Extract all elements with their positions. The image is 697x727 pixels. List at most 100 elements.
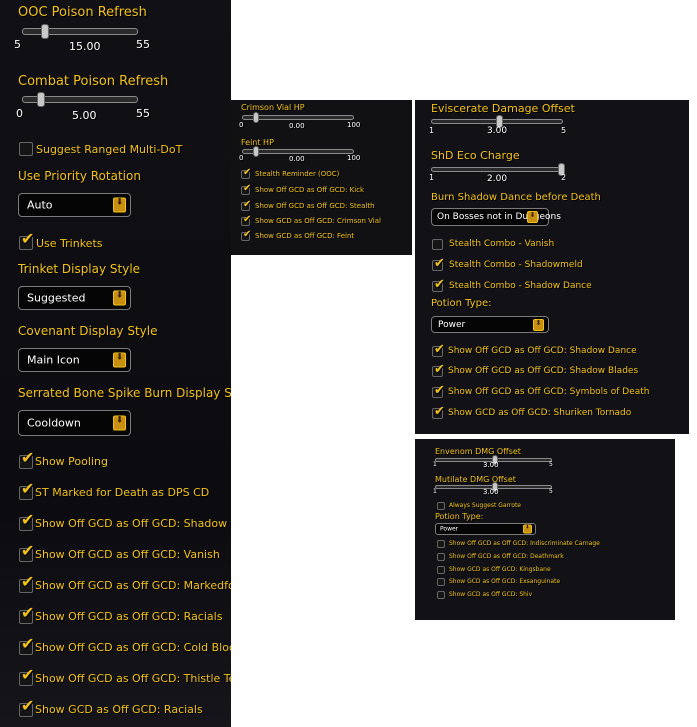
sub-offgcd-symbols-of-death-checkbox[interactable]: ✔	[432, 383, 445, 398]
potion-type-label: Potion Type:	[431, 298, 492, 309]
sub-offgcd-shadow-dance-label: Show Off GCD as Off GCD: Shadow Dance	[448, 346, 637, 356]
offgcd-vanish-label: Show Off GCD as Off GCD: Vanish	[35, 548, 220, 561]
offgcd-marked-for-death-label: Show Off GCD as Off GCD: Markedfor Death	[35, 579, 231, 592]
priority-rotation-selected: Auto	[27, 198, 53, 212]
show-pooling-checkbox[interactable]: ✔	[19, 450, 34, 469]
ooc-poison-slider[interactable]	[22, 24, 138, 39]
assn-gcd-kingsbane-checkbox[interactable]	[437, 566, 445, 574]
combat-poison-slider-thumb[interactable]	[37, 92, 45, 107]
assn-gcd-shiv-checkbox[interactable]	[437, 591, 445, 599]
covenant-display-label: Covenant Display Style	[18, 324, 158, 338]
st-marked-label: ST Marked for Death as DPS CD	[35, 486, 210, 499]
check-icon: ✔	[434, 277, 445, 292]
offgcd-stealth-checkbox[interactable]: ✔	[241, 200, 251, 211]
combat-poison-min: 0	[16, 107, 23, 120]
eviscerate-min: 1	[429, 126, 435, 135]
assn-offgcd-deathmark-label: Show Off GCD as Off GCD: Deathmark	[449, 553, 564, 560]
always-suggest-garrote-label: Always Suggest Garrote	[449, 502, 521, 509]
assn-offgcd-indiscriminate-carnage-label: Show Off GCD as Off GCD: Indiscriminate …	[449, 540, 600, 547]
chevron-down-icon[interactable]: ⬇	[533, 318, 544, 331]
chevron-down-icon[interactable]: ⬇	[113, 197, 126, 213]
suggest-ranged-checkbox[interactable]	[19, 142, 33, 156]
ooc-poison-slider-thumb[interactable]	[41, 24, 49, 39]
chevron-down-icon[interactable]: ⬇	[113, 352, 126, 368]
serrated-display-dropdown[interactable]: Cooldown ⬇	[18, 410, 131, 436]
envenom-label: Envenom DMG Offset	[435, 447, 521, 456]
sub-offgcd-shadow-dance-checkbox[interactable]: ✔	[432, 342, 445, 357]
covenant-display-dropdown[interactable]: Main Icon ⬇	[18, 348, 131, 372]
check-icon: ✔	[434, 342, 445, 357]
eviscerate-value: 3.00	[487, 126, 508, 136]
show-pooling-label: Show Pooling	[35, 455, 108, 468]
offgcd-racials-checkbox[interactable]: ✔	[19, 605, 34, 624]
mutilate-label: Mutilate DMG Offset	[435, 475, 516, 484]
ooc-poison-min: 5	[14, 38, 21, 51]
sub-gcd-shuriken-tornado-label: Show GCD as Off GCD: Shuriken Tornado	[448, 408, 632, 418]
shd-eco-label: ShD Eco Charge	[431, 149, 520, 162]
envenom-max: 5	[549, 461, 553, 468]
crimson-vial-value: 0.00	[289, 122, 305, 130]
offgcd-cold-blood-checkbox[interactable]: ✔	[19, 636, 34, 655]
feint-slider-thumb[interactable]	[253, 146, 259, 157]
assn-gcd-shiv-label: Show GCD as Off GCD: Shiv	[449, 591, 533, 598]
offgcd-shadow-dance-label: Show Off GCD as Off GCD: Shadow Dance	[35, 517, 231, 530]
offgcd-thistle-tea-checkbox[interactable]: ✔	[19, 667, 34, 686]
offgcd-kick-checkbox[interactable]: ✔	[241, 184, 251, 195]
mutilate-min: 1	[433, 488, 437, 495]
chevron-down-icon[interactable]: ⬇	[113, 290, 126, 306]
feint-slider[interactable]	[242, 146, 354, 157]
assn-gcd-kingsbane-label: Show GCD as Off GCD: Kingsbane	[449, 566, 551, 573]
stealth-combo-shadowmeld-label: Stealth Combo - Shadowmeld	[449, 260, 583, 270]
assn-gcd-exsanguinate-checkbox[interactable]	[437, 578, 445, 586]
envenom-min: 1	[433, 461, 437, 468]
stealth-reminder-checkbox[interactable]: ✔	[241, 168, 251, 179]
priority-rotation-dropdown[interactable]: Auto ⬇	[18, 193, 131, 217]
mutilate-max: 5	[549, 488, 553, 495]
check-icon: ✔	[21, 541, 35, 560]
chevron-down-icon[interactable]: ⬇	[527, 211, 538, 223]
assn-offgcd-indiscriminate-carnage-checkbox[interactable]	[437, 540, 445, 548]
potion-type-dropdown[interactable]: Power ⬇	[431, 316, 549, 333]
offgcd-vanish-checkbox[interactable]: ✔	[19, 543, 34, 562]
stealth-combo-vanish-checkbox[interactable]	[432, 239, 443, 250]
offgcd-racials-label: Show Off GCD as Off GCD: Racials	[35, 610, 223, 623]
check-icon: ✔	[434, 383, 445, 398]
trinket-display-label: Trinket Display Style	[18, 262, 141, 276]
chevron-down-icon[interactable]: ⬇	[523, 524, 532, 534]
use-trinkets-checkbox[interactable]: ✔	[19, 231, 34, 250]
gcd-crimson-vial-label: Show GCD as Off GCD: Crimson Vial	[255, 217, 381, 225]
offgcd-marked-for-death-checkbox[interactable]: ✔	[19, 574, 34, 593]
crimson-vial-min: 0	[239, 121, 244, 129]
sub-offgcd-shadow-blades-checkbox[interactable]: ✔	[432, 362, 445, 377]
assn-gcd-exsanguinate-label: Show GCD as Off GCD: Exsanguinate	[449, 578, 561, 585]
chevron-down-icon[interactable]: ⬇	[113, 415, 126, 431]
feint-max: 100	[347, 154, 361, 162]
sub-gcd-shuriken-tornado-checkbox[interactable]: ✔	[432, 405, 445, 419]
eviscerate-slider[interactable]	[431, 115, 563, 128]
stealth-combo-shadowmeld-checkbox[interactable]: ✔	[432, 257, 445, 271]
st-marked-checkbox[interactable]: ✔	[19, 481, 34, 500]
serrated-display-selected: Cooldown	[27, 416, 81, 430]
shd-eco-slider[interactable]	[431, 163, 565, 176]
crimson-vial-slider-thumb[interactable]	[253, 112, 259, 123]
offgcd-thistle-tea-label: Show Off GCD as Off GCD: Thistle Tea	[35, 672, 231, 685]
stealth-reminder-label: Stealth Reminder (OOC)	[255, 170, 340, 178]
gcd-racials-checkbox[interactable]: ✔	[19, 698, 34, 717]
assn-potion-type-dropdown[interactable]: Power ⬇	[435, 523, 536, 535]
gcd-feint-label: Show GCD as Off GCD: Feint	[255, 232, 355, 240]
assn-offgcd-deathmark-checkbox[interactable]	[437, 553, 445, 561]
trinket-display-dropdown[interactable]: Suggested ⬇	[18, 286, 131, 310]
check-icon: ✔	[21, 448, 35, 467]
crimson-vial-slider[interactable]	[242, 112, 354, 123]
offgcd-shadow-dance-checkbox[interactable]: ✔	[19, 512, 34, 531]
covenant-display-selected: Main Icon	[27, 353, 80, 367]
check-icon: ✔	[21, 479, 35, 498]
check-icon: ✔	[434, 362, 445, 377]
gcd-crimson-vial-checkbox[interactable]: ✔	[241, 215, 251, 226]
always-suggest-garrote-checkbox[interactable]	[437, 502, 445, 510]
combat-poison-slider[interactable]	[22, 92, 138, 107]
burn-sd-dropdown[interactable]: On Bosses not in Dungeons ⬇	[431, 208, 561, 226]
sub-offgcd-shadow-blades-label: Show Off GCD as Off GCD: Shadow Blades	[448, 366, 639, 376]
gcd-feint-checkbox[interactable]: ✔	[241, 230, 251, 241]
stealth-combo-shadow-dance-checkbox[interactable]: ✔	[432, 277, 445, 292]
